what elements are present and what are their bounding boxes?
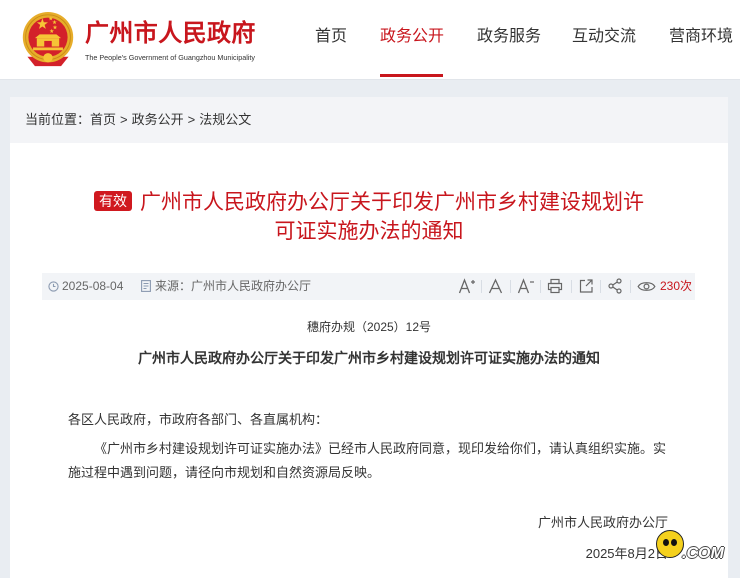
source-label: 来源： — [155, 279, 192, 293]
breadcrumb-prefix: 当前位置： — [25, 112, 91, 127]
article-meta-bar: 2025-08-04 来源：广州市人民政府办公厅 230次 — [42, 273, 695, 300]
article-title: 有效 广州市人民政府办公厅关于印发广州市乡村建设规划许可证实施办法的通知 — [89, 188, 649, 246]
nav-business-environment[interactable]: 营商环境 — [669, 26, 733, 48]
site-header: 广州市人民政府 The People's Government of Guang… — [0, 0, 740, 80]
salutation: 各区人民政府，市政府各部门、各直属机构： — [68, 412, 329, 427]
body-paragraph: 《广州市乡村建设规划许可证实施办法》已经市人民政府同意，现印发给你们，请认真组织… — [68, 441, 667, 480]
toolbar-divider — [481, 280, 482, 293]
print-icon[interactable] — [547, 278, 563, 294]
toolbar-divider — [600, 280, 601, 293]
source-field: 来源：广州市人民政府办公厅 — [155, 273, 311, 300]
breadcrumb-government-affairs[interactable]: 政务公开 — [132, 112, 184, 127]
status-badge: 有效 — [94, 191, 132, 212]
smiley-face-icon — [656, 530, 684, 558]
watermark-text: .COM — [682, 545, 724, 562]
document-heading: 广州市人民政府办公厅关于印发广州市乡村建设规划许可证实施办法的通知 — [138, 350, 600, 366]
breadcrumb-separator: > — [187, 112, 196, 127]
site-title[interactable]: 广州市人民政府 — [85, 19, 256, 49]
nav-government-affairs[interactable]: 政务公开 — [380, 26, 444, 48]
nav-government-services[interactable]: 政务服务 — [477, 26, 541, 48]
view-count: 230次 — [660, 279, 693, 293]
breadcrumb-separator: > — [120, 112, 128, 127]
toolbar-divider — [571, 280, 572, 293]
watermark-eye — [671, 539, 677, 546]
toolbar-divider — [630, 280, 631, 293]
toolbar-divider — [510, 280, 511, 293]
breadcrumb: 当前位置：首页 > 政务公开 > 法规公文 — [10, 97, 728, 143]
watermark-eye — [663, 539, 669, 546]
article-title-text: 广州市人民政府办公厅关于印发广州市乡村建设规划许可证实施办法的通知 — [140, 191, 644, 243]
toolbar-divider — [540, 280, 541, 293]
share-icon[interactable] — [607, 278, 623, 294]
signature: 广州市人民政府办公厅 — [537, 515, 668, 530]
nav-home[interactable]: 首页 — [315, 26, 347, 48]
font-increase-icon[interactable] — [458, 278, 476, 294]
document-icon — [141, 280, 151, 292]
national-emblem-icon[interactable] — [20, 10, 76, 70]
signed-date: 2025年8月2日 — [585, 546, 668, 561]
nav-active-underline — [380, 74, 443, 77]
breadcrumb-regulations[interactable]: 法规公文 — [199, 112, 251, 127]
font-reset-icon[interactable] — [488, 278, 503, 294]
document-number: 穗府办规（2025）12号 — [306, 320, 432, 334]
export-icon[interactable] — [578, 278, 594, 294]
site-subtitle: The People's Government of Guangzhou Mun… — [85, 53, 255, 62]
nav-interaction[interactable]: 互动交流 — [572, 26, 636, 48]
source-value: 广州市人民政府办公厅 — [191, 279, 312, 293]
breadcrumb-home[interactable]: 首页 — [90, 112, 116, 127]
views-eye-icon — [637, 282, 656, 291]
clock-icon — [48, 281, 59, 292]
publish-date: 2025-08-04 — [62, 279, 124, 293]
font-decrease-icon[interactable] — [517, 278, 535, 294]
